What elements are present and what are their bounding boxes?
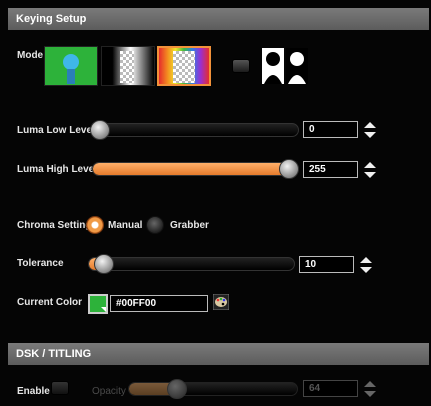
chroma-setting-label: Chroma Setting — [17, 220, 92, 231]
mode-luma-key-button[interactable] — [101, 46, 155, 86]
luma-high-slider-knob[interactable] — [279, 159, 299, 179]
tolerance-stepper[interactable] — [360, 257, 372, 273]
luma-high-label: Luma High Level — [17, 164, 98, 175]
luma-low-stepper[interactable] — [364, 122, 376, 138]
dsk-opacity-stepper[interactable] — [364, 381, 376, 397]
current-color-hex-field[interactable]: #00FF00 — [110, 295, 208, 312]
mode-green-screen-button[interactable] — [44, 46, 98, 86]
chroma-grabber-label: Grabber — [170, 220, 209, 231]
mode-label: Mode — [17, 50, 44, 61]
dsk-opacity-slider-track[interactable] — [128, 382, 298, 396]
mode-chroma-key-button[interactable] — [157, 46, 211, 86]
chroma-grabber-radio[interactable] — [146, 216, 164, 234]
chroma-manual-label: Manual — [108, 220, 143, 231]
luma-low-value-field[interactable]: 0 — [303, 121, 358, 138]
tolerance-value-field[interactable]: 10 — [299, 256, 354, 273]
dsk-titling-header: DSK / TITLING — [8, 343, 429, 365]
luma-high-stepper[interactable] — [364, 162, 376, 178]
person-silhouette-icon — [63, 54, 79, 84]
dsk-opacity-slider-knob[interactable] — [167, 379, 187, 399]
luma-high-slider-fill — [93, 163, 298, 175]
luma-low-label: Luma Low Level — [17, 125, 95, 136]
current-color-label: Current Color — [17, 297, 82, 308]
tolerance-slider-knob[interactable] — [94, 254, 114, 274]
mode-option-toggle[interactable] — [232, 59, 250, 73]
luma-high-slider-track[interactable] — [92, 162, 299, 176]
luma-low-slider-knob[interactable] — [90, 120, 110, 140]
keying-setup-header: Keying Setup — [8, 8, 429, 30]
people-silhouette-icon — [262, 48, 308, 84]
color-picker-palette-icon[interactable] — [213, 294, 229, 310]
dsk-enable-label: Enable — [17, 386, 50, 397]
chroma-manual-radio[interactable] — [86, 216, 104, 234]
dsk-enable-toggle[interactable] — [51, 381, 69, 395]
dsk-opacity-label: Opacity — [92, 386, 126, 397]
current-color-swatch[interactable] — [88, 294, 108, 314]
luma-high-value-field[interactable]: 255 — [303, 161, 358, 178]
dsk-opacity-value-field[interactable]: 64 — [303, 380, 358, 397]
luma-low-slider-track[interactable] — [92, 123, 299, 137]
tolerance-slider-track[interactable] — [88, 257, 295, 271]
tolerance-label: Tolerance — [17, 258, 64, 269]
